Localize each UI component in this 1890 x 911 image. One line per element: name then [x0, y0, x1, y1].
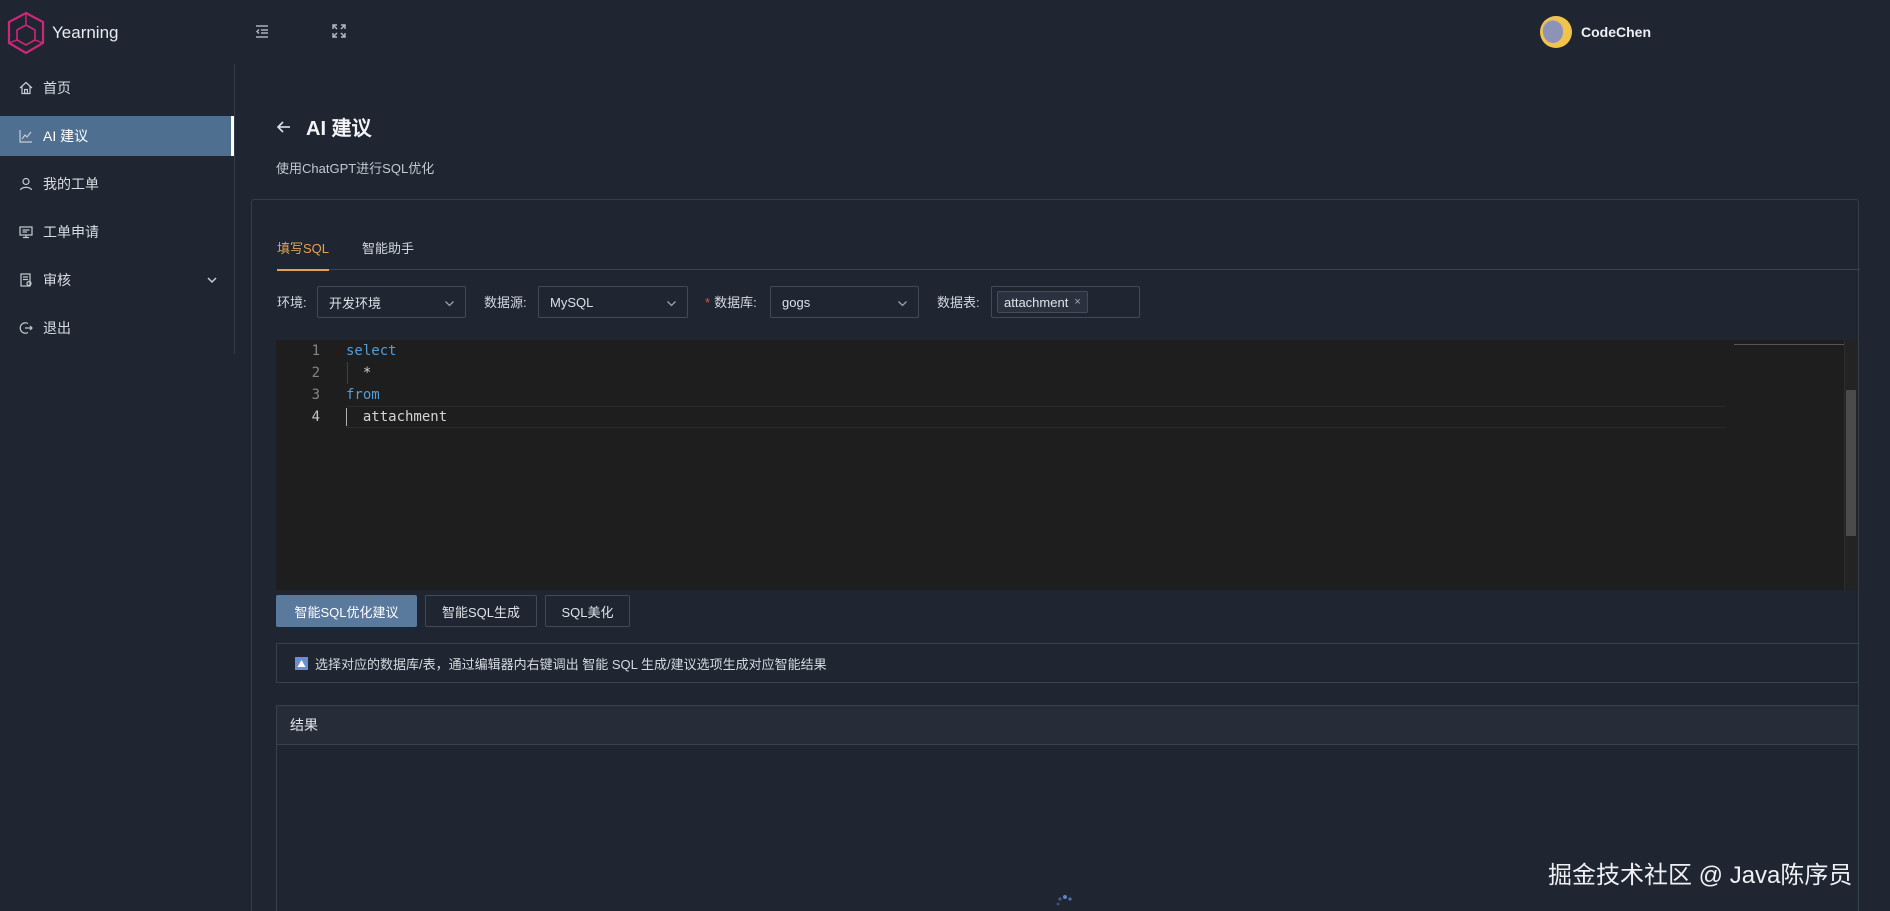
- editor-line: 2 *: [276, 362, 1726, 384]
- alert-text: 选择对应的数据库/表，通过编辑器内右键调出 智能 SQL 生成/建议选项生成对应…: [315, 656, 827, 672]
- result-title: 结果: [277, 706, 1858, 745]
- sidebar-item-home[interactable]: 首页: [0, 68, 234, 108]
- avatar[interactable]: [1540, 16, 1572, 48]
- page-subtitle: 使用ChatGPT进行SQL优化: [276, 161, 435, 176]
- editor-line: 3 from: [276, 384, 1726, 406]
- page-title: AI 建议: [306, 118, 372, 140]
- minimap[interactable]: [1734, 344, 1844, 345]
- source-select-value: MySQL: [550, 294, 594, 310]
- user-icon: [19, 177, 33, 191]
- env-select[interactable]: 开发环境: [317, 286, 466, 318]
- database-select[interactable]: gogs: [770, 286, 919, 318]
- logout-icon: [19, 321, 33, 335]
- sql-editor[interactable]: 1 select 2 * 3 from 4 attachment: [276, 340, 1858, 590]
- editor-scrollbar[interactable]: [1844, 340, 1858, 590]
- env-label: 环境:: [277, 295, 307, 310]
- line-number: 4: [311, 409, 320, 425]
- app-logo[interactable]: Yearning: [6, 11, 119, 55]
- required-mark: *: [705, 295, 711, 310]
- line-number: 3: [311, 387, 320, 403]
- yearning-logo-icon: [7, 11, 45, 55]
- tab-write-sql[interactable]: 填写SQL: [277, 238, 330, 271]
- sidebar-item-ai-suggestion[interactable]: AI 建议: [0, 116, 234, 156]
- table-tag: attachment ×: [997, 291, 1088, 313]
- app-name: Yearning: [52, 23, 119, 42]
- editor-line: 1 select: [276, 340, 1726, 362]
- env-select-value: 开发环境: [329, 295, 382, 311]
- tab-smart-assistant[interactable]: 智能助手: [362, 238, 414, 270]
- chevron-down-icon: [444, 297, 455, 308]
- user-menu[interactable]: CodeChen: [1540, 16, 1651, 48]
- sidebar-item-label: 工单申请: [43, 224, 99, 240]
- database-label-text: 数据库:: [714, 295, 757, 310]
- sidebar-item-label: 首页: [43, 80, 71, 96]
- sql-optimize-button[interactable]: 智能SQL优化建议: [276, 595, 417, 627]
- monitor-icon: [19, 225, 33, 239]
- chevron-down-icon: [666, 297, 677, 308]
- top-bar: Yearning CodeChen: [0, 0, 1890, 64]
- tab-bar: 填写SQL 智能助手: [277, 238, 1860, 271]
- scrollbar-thumb[interactable]: [1846, 390, 1856, 536]
- sql-generate-button[interactable]: 智能SQL生成: [425, 595, 537, 627]
- text-cursor: [346, 408, 347, 426]
- sql-beautify-button[interactable]: SQL美化: [545, 595, 630, 627]
- source-label: 数据源:: [484, 295, 527, 310]
- sidebar-item-label: AI 建议: [43, 128, 89, 144]
- sidebar-item-ticket-apply[interactable]: 工单申请: [0, 212, 234, 252]
- code-text: attachment: [346, 409, 448, 425]
- home-icon: [19, 81, 33, 95]
- source-select[interactable]: MySQL: [538, 286, 688, 318]
- sidebar-item-logout[interactable]: 退出: [0, 308, 234, 348]
- chevron-down-icon: [897, 297, 908, 308]
- info-alert: 选择对应的数据库/表，通过编辑器内右键调出 智能 SQL 生成/建议选项生成对应…: [276, 643, 1859, 683]
- close-icon[interactable]: ×: [1074, 296, 1080, 308]
- audit-icon: [19, 273, 33, 287]
- chart-icon: [19, 129, 33, 143]
- code-text: from: [346, 387, 380, 403]
- loading-spinner-icon: [1056, 895, 1072, 906]
- fullscreen-icon[interactable]: [330, 22, 348, 40]
- table-tag-label: attachment: [1004, 294, 1069, 310]
- sidebar-item-audit[interactable]: 审核: [0, 260, 234, 300]
- line-number: 1: [311, 343, 320, 359]
- database-select-value: gogs: [782, 294, 811, 310]
- code-text: *: [346, 365, 372, 381]
- editor-line: 4 attachment: [276, 406, 1726, 428]
- info-icon: [295, 656, 308, 670]
- sidebar-item-label: 审核: [43, 272, 71, 288]
- line-number: 2: [311, 365, 320, 381]
- watermark-text: 掘金技术社区 @ Java陈序员: [1548, 862, 1853, 889]
- menu-fold-icon[interactable]: [253, 22, 271, 40]
- page-header: AI 建议: [276, 112, 372, 141]
- table-multiselect[interactable]: attachment ×: [991, 286, 1140, 318]
- chevron-down-icon[interactable]: [206, 273, 218, 285]
- database-label: * 数据库:: [705, 292, 757, 311]
- back-arrow-icon[interactable]: [276, 119, 292, 135]
- user-name: CodeChen: [1581, 24, 1651, 40]
- sidebar-item-label: 我的工单: [43, 176, 99, 192]
- table-label: 数据表:: [937, 295, 980, 310]
- sidebar-item-label: 退出: [43, 320, 71, 336]
- sidebar: 首页 AI 建议 我的工单 工单申请 审核 退出: [0, 64, 235, 354]
- code-text: select: [346, 343, 397, 359]
- sidebar-item-my-tickets[interactable]: 我的工单: [0, 164, 234, 204]
